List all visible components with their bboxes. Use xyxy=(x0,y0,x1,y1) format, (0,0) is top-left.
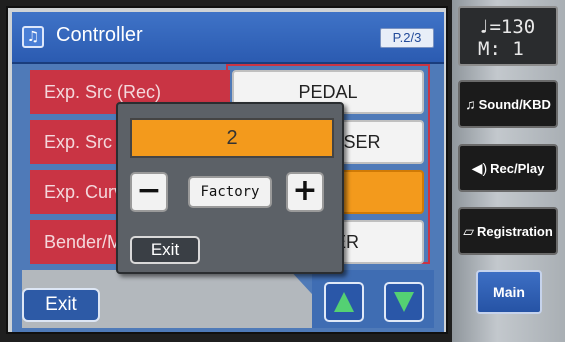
popup-exit-button[interactable]: Exit xyxy=(130,236,200,264)
scroll-up-button[interactable] xyxy=(324,282,364,322)
factory-reset-button[interactable]: Factory xyxy=(188,176,272,208)
increment-button[interactable]: + xyxy=(286,172,324,212)
measure-value: M: 1 xyxy=(478,38,524,60)
book-icon: ▱ xyxy=(463,223,474,239)
sound-kbd-label: Sound/KBD xyxy=(478,97,551,112)
rec-play-label: Rec/Play xyxy=(490,161,545,176)
sound-kbd-button[interactable]: ♫ Sound/KBD xyxy=(458,80,558,128)
popup-value-display: 2 xyxy=(130,118,334,158)
registration-label: Registration xyxy=(476,224,553,239)
main-panel: ♫ Controller P.2/3 Exp. Src (Rec) PEDAL … xyxy=(6,6,448,334)
title-bar: ♫ Controller P.2/3 xyxy=(12,12,444,64)
main-button[interactable]: Main xyxy=(476,270,542,314)
decrement-button[interactable]: − xyxy=(130,172,168,212)
registration-button[interactable]: ▱ Registration xyxy=(458,207,558,255)
music-notes-icon: ♫ xyxy=(22,26,44,48)
page-indicator: P.2/3 xyxy=(380,28,434,48)
arrow-down-icon xyxy=(394,292,414,312)
sidebar: ♩=130 M: 1 ♫ Sound/KBD ◀) Rec/Play ▱ Regist… xyxy=(452,0,565,342)
tempo-display: ♩=130 M: 1 xyxy=(458,6,558,66)
rec-play-button[interactable]: ◀) Rec/Play xyxy=(458,144,558,192)
screen: ♫ Controller P.2/3 Exp. Src (Rec) PEDAL … xyxy=(0,0,565,342)
music-note-icon: ♫ xyxy=(465,96,476,112)
arrow-up-icon xyxy=(334,292,354,312)
value-edit-popup: 2 − Factory + Exit xyxy=(116,102,344,274)
tempo-value: ♩=130 xyxy=(478,16,536,38)
exit-button[interactable]: Exit xyxy=(22,288,100,322)
scroll-down-button[interactable] xyxy=(384,282,424,322)
speaker-icon: ◀) xyxy=(471,160,488,176)
page-title: Controller xyxy=(56,24,143,46)
